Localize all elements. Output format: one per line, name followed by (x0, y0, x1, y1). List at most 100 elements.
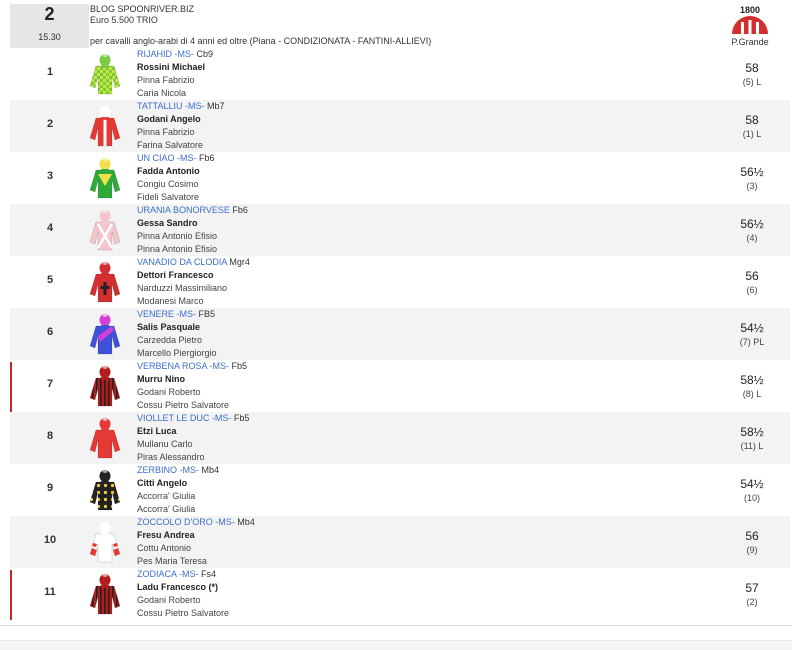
horse-sire: Fb6 (232, 205, 248, 215)
horse-sire: Fb5 (233, 413, 250, 423)
trainer-name: Pinna Fabrizio (137, 75, 195, 85)
horse-sire: Mb7 (207, 101, 225, 111)
runner-number: 10 (43, 534, 57, 546)
jockey-name: Rossini Michael (137, 62, 206, 72)
track-year: 1800 (740, 5, 760, 15)
trainer-name: Accorra' Giulia (137, 491, 196, 501)
runner-position: (9) (746, 545, 758, 555)
runner-row: 8 VIOLLET LE DUC -MS- Fb5 Etzi Luca Mull… (10, 412, 790, 464)
runner-info: ZERBINO -MS- Mb4 Citti Angelo Accorra' G… (137, 464, 219, 516)
owner-name: Cossu Pietro Salvatore (137, 400, 230, 410)
trainer-name: Carzedda Pietro (137, 335, 203, 345)
runner-position: (11) L (740, 441, 764, 451)
runner-weight: 58 (745, 113, 759, 127)
jockey-silk-icon (89, 210, 121, 251)
runner-position: (2) (746, 597, 758, 607)
track-logo-icon: 1800 (732, 4, 768, 34)
owner-name: Marcello Piergiorgio (137, 348, 217, 358)
owner-name: Caria Nicola (137, 88, 187, 98)
trainer-name: Pinna Fabrizio (137, 127, 195, 137)
horse-name-link[interactable]: UN CIAO -MS- (137, 153, 197, 163)
jockey-name: Godani Angelo (137, 114, 201, 124)
jockey-name: Fresu Andrea (137, 530, 195, 540)
runner-row: 2 TATTALLIU -MS- Mb7 Godani Angelo Pinna… (10, 100, 790, 152)
runner-row: 4 URANIA BONORVESE Fb6 Gessa Sandro Pinn… (10, 204, 790, 256)
runner-weight: 54½ (740, 477, 764, 491)
horse-name-link[interactable]: ZOCCOLO D'ORO -MS- (137, 517, 235, 527)
jockey-silk-icon (89, 158, 121, 199)
horse-sire: Mb4 (237, 517, 255, 527)
runner-info: RIJAHID -MS- Cb9 Rossini Michael Pinna F… (137, 48, 213, 100)
runner-weight: 58 (745, 61, 759, 75)
horse-name-link[interactable]: VERBENA ROSA -MS- (137, 361, 229, 371)
horse-name-link[interactable]: VANADIO DA CLODIA (137, 257, 227, 267)
runner-weight: 54½ (740, 321, 764, 335)
owner-name: Fideli Salvatore (137, 192, 200, 202)
horse-sire: Mgr4 (229, 257, 250, 267)
race-title: BLOG SPOONRIVER.BIZ (90, 4, 195, 14)
horse-name-link[interactable]: RIJAHID -MS- (137, 49, 194, 59)
runner-position: (10) (743, 493, 760, 503)
horse-name-link[interactable]: ZODIACA -MS- (137, 569, 199, 579)
owner-name: Cossu Pietro Salvatore (137, 608, 230, 618)
jockey-name: Citti Angelo (137, 478, 188, 488)
owner-name: Farina Salvatore (137, 140, 204, 150)
jockey-silk-icon (89, 314, 121, 355)
jockey-name: Fadda Antonio (137, 166, 200, 176)
runner-position: (8) L (742, 389, 762, 399)
runner-number: 4 (46, 222, 54, 234)
track-name: P.Grande (731, 37, 769, 47)
jockey-name: Salis Pasquale (137, 322, 201, 332)
owner-name: Piras Alessandro (137, 452, 205, 462)
jockey-silk-icon (89, 54, 121, 95)
jockey-name: Dettori Francesco (137, 270, 214, 280)
owner-name: Modanesi Marco (137, 296, 204, 306)
trainer-name: Godani Roberto (137, 387, 201, 397)
runner-info: ZODIACA -MS- Fs4 Ladu Francesco (*) Goda… (137, 568, 229, 620)
jockey-silk-icon (89, 262, 121, 303)
horse-name-link[interactable]: VENERE -MS- (137, 309, 196, 319)
horse-name-link[interactable]: ZERBINO -MS- (137, 465, 199, 475)
runner-number: 1 (46, 66, 54, 78)
horse-sire: FB5 (198, 309, 216, 319)
runner-info: ZOCCOLO D'ORO -MS- Mb4 Fresu Andrea Cott… (137, 516, 255, 568)
runner-number: 3 (46, 170, 54, 182)
runner-position: (1) L (742, 129, 762, 139)
horse-name-link[interactable]: TATTALLIU -MS- (137, 101, 205, 111)
jockey-name: Gessa Sandro (137, 218, 198, 228)
jockey-silk-icon (89, 418, 121, 459)
runner-row: 1 RIJAHID -MS- Cb9 Rossini Michael Pinna… (10, 48, 790, 100)
horse-name-link[interactable]: VIOLLET LE DUC -MS- (137, 413, 231, 423)
runner-weight: 57 (745, 581, 759, 595)
runner-number: 5 (46, 274, 54, 286)
runner-row: 10 ZOCCOLO D'ORO -MS- Mb4 Fresu Andrea C… (10, 516, 790, 568)
race-header: 2 15.30 BLOG SPOONRIVER.BIZ Euro 5.500 T… (10, 0, 790, 48)
horse-sire: Fb5 (231, 361, 248, 371)
trainer-name: Cottu Antonio (137, 543, 192, 553)
runner-weight: 58½ (740, 425, 764, 439)
runner-info: VERBENA ROSA -MS- Fb5 Murru Nino Godani … (137, 360, 247, 412)
jockey-silk-icon (89, 106, 121, 147)
trainer-name: Mullanu Carlo (137, 439, 193, 449)
horse-sire: Mb4 (201, 465, 220, 475)
runner-weight: 56½ (740, 165, 764, 179)
runner-position: (5) L (742, 77, 762, 87)
jockey-name: Etzi Luca (137, 426, 177, 436)
owner-name: Accorra' Giulia (137, 504, 196, 514)
runner-row: 3 UN CIAO -MS- Fb6 Fadda Antonio Congiu … (10, 152, 790, 204)
race-description: per cavalli anglo-arabi di 4 anni ed olt… (90, 36, 432, 46)
trainer-name: Narduzzi Massimiliano (137, 283, 228, 293)
runners-list: 1 RIJAHID -MS- Cb9 Rossini Michael Pinna… (10, 48, 790, 620)
runner-number: 6 (46, 326, 54, 338)
jockey-silk-icon (89, 522, 121, 563)
runner-weight: 56 (745, 269, 759, 283)
runner-number: 8 (46, 430, 54, 442)
race-prize: Euro 5.500 TRIO (90, 15, 158, 25)
runner-position: (4) (746, 233, 758, 243)
runner-position: (6) (746, 285, 758, 295)
runner-row: 6 VENERE -MS- FB5 Salis Pasquale Carzedd… (10, 308, 790, 360)
runner-weight: 56 (745, 529, 759, 543)
runner-number: 7 (46, 378, 54, 390)
horse-name-link[interactable]: URANIA BONORVESE (137, 205, 230, 215)
runner-weight: 58½ (740, 373, 764, 387)
